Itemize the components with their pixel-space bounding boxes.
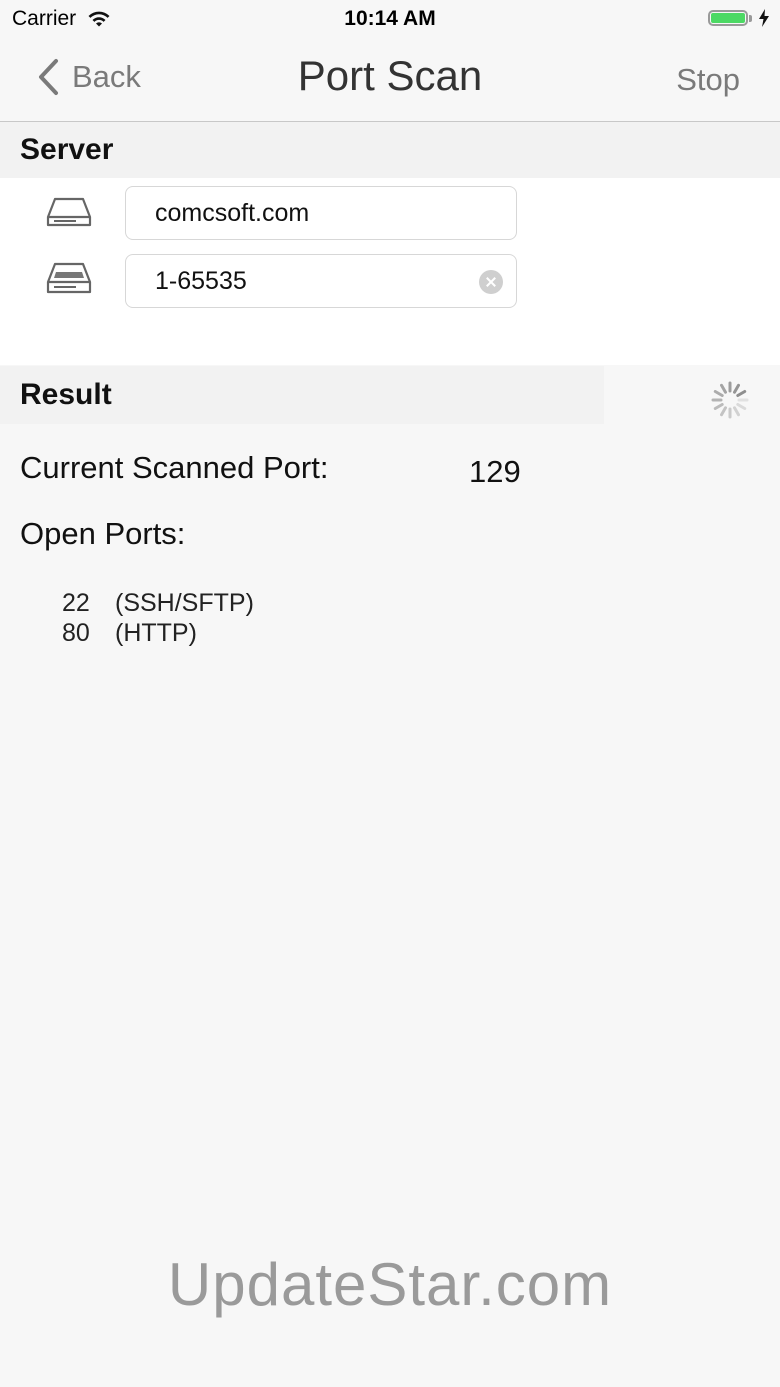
charging-bolt-icon: [759, 9, 769, 27]
status-bar: Carrier 10:14 AM: [0, 0, 780, 40]
port-service: (HTTP): [115, 619, 197, 647]
battery-fill: [711, 13, 745, 23]
clear-icon[interactable]: [479, 270, 503, 294]
port-service: (SSH/SFTP): [115, 589, 254, 617]
server-range-icon: [46, 262, 92, 294]
battery-cap: [749, 14, 752, 22]
current-port-value: 129: [469, 454, 521, 489]
port-number: 80: [62, 619, 90, 647]
port-range-value: 1-65535: [155, 267, 247, 295]
spinner-spoke: [733, 406, 740, 417]
open-ports-list: 22 (SSH/SFTP) 80 (HTTP): [62, 588, 254, 648]
status-time: 10:14 AM: [344, 7, 436, 30]
result-section-header: Result: [0, 366, 604, 424]
spinner-spoke: [733, 383, 740, 394]
navigation-bar: Back Port Scan Stop: [0, 40, 780, 122]
spinner-spoke: [720, 406, 727, 417]
page-title: Port Scan: [297, 52, 483, 99]
stop-button[interactable]: Stop: [676, 62, 740, 98]
watermark: UpdateStar.com: [167, 1251, 613, 1318]
current-port-label: Current Scanned Port:: [20, 450, 329, 485]
spinner-spoke: [713, 390, 724, 397]
server-panel: comcsoft.com 1-65535: [0, 178, 780, 365]
loading-spinner-icon: [711, 381, 749, 419]
spinner-spoke: [713, 403, 724, 410]
port-range-input[interactable]: 1-65535: [125, 254, 517, 308]
hard-drive-icon: [46, 197, 92, 227]
open-ports-label: Open Ports:: [20, 516, 186, 551]
server-section-header: Server: [0, 122, 780, 178]
spinner-spoke: [720, 383, 727, 394]
port-number: 22: [62, 589, 90, 617]
list-item: 22 (SSH/SFTP): [62, 588, 254, 618]
battery-icon: [708, 10, 748, 26]
spinner-spoke: [736, 403, 747, 410]
list-item: 80 (HTTP): [62, 618, 254, 648]
spinner-spoke: [736, 390, 747, 397]
host-input[interactable]: comcsoft.com: [125, 186, 517, 240]
battery-indicator: [708, 9, 770, 27]
